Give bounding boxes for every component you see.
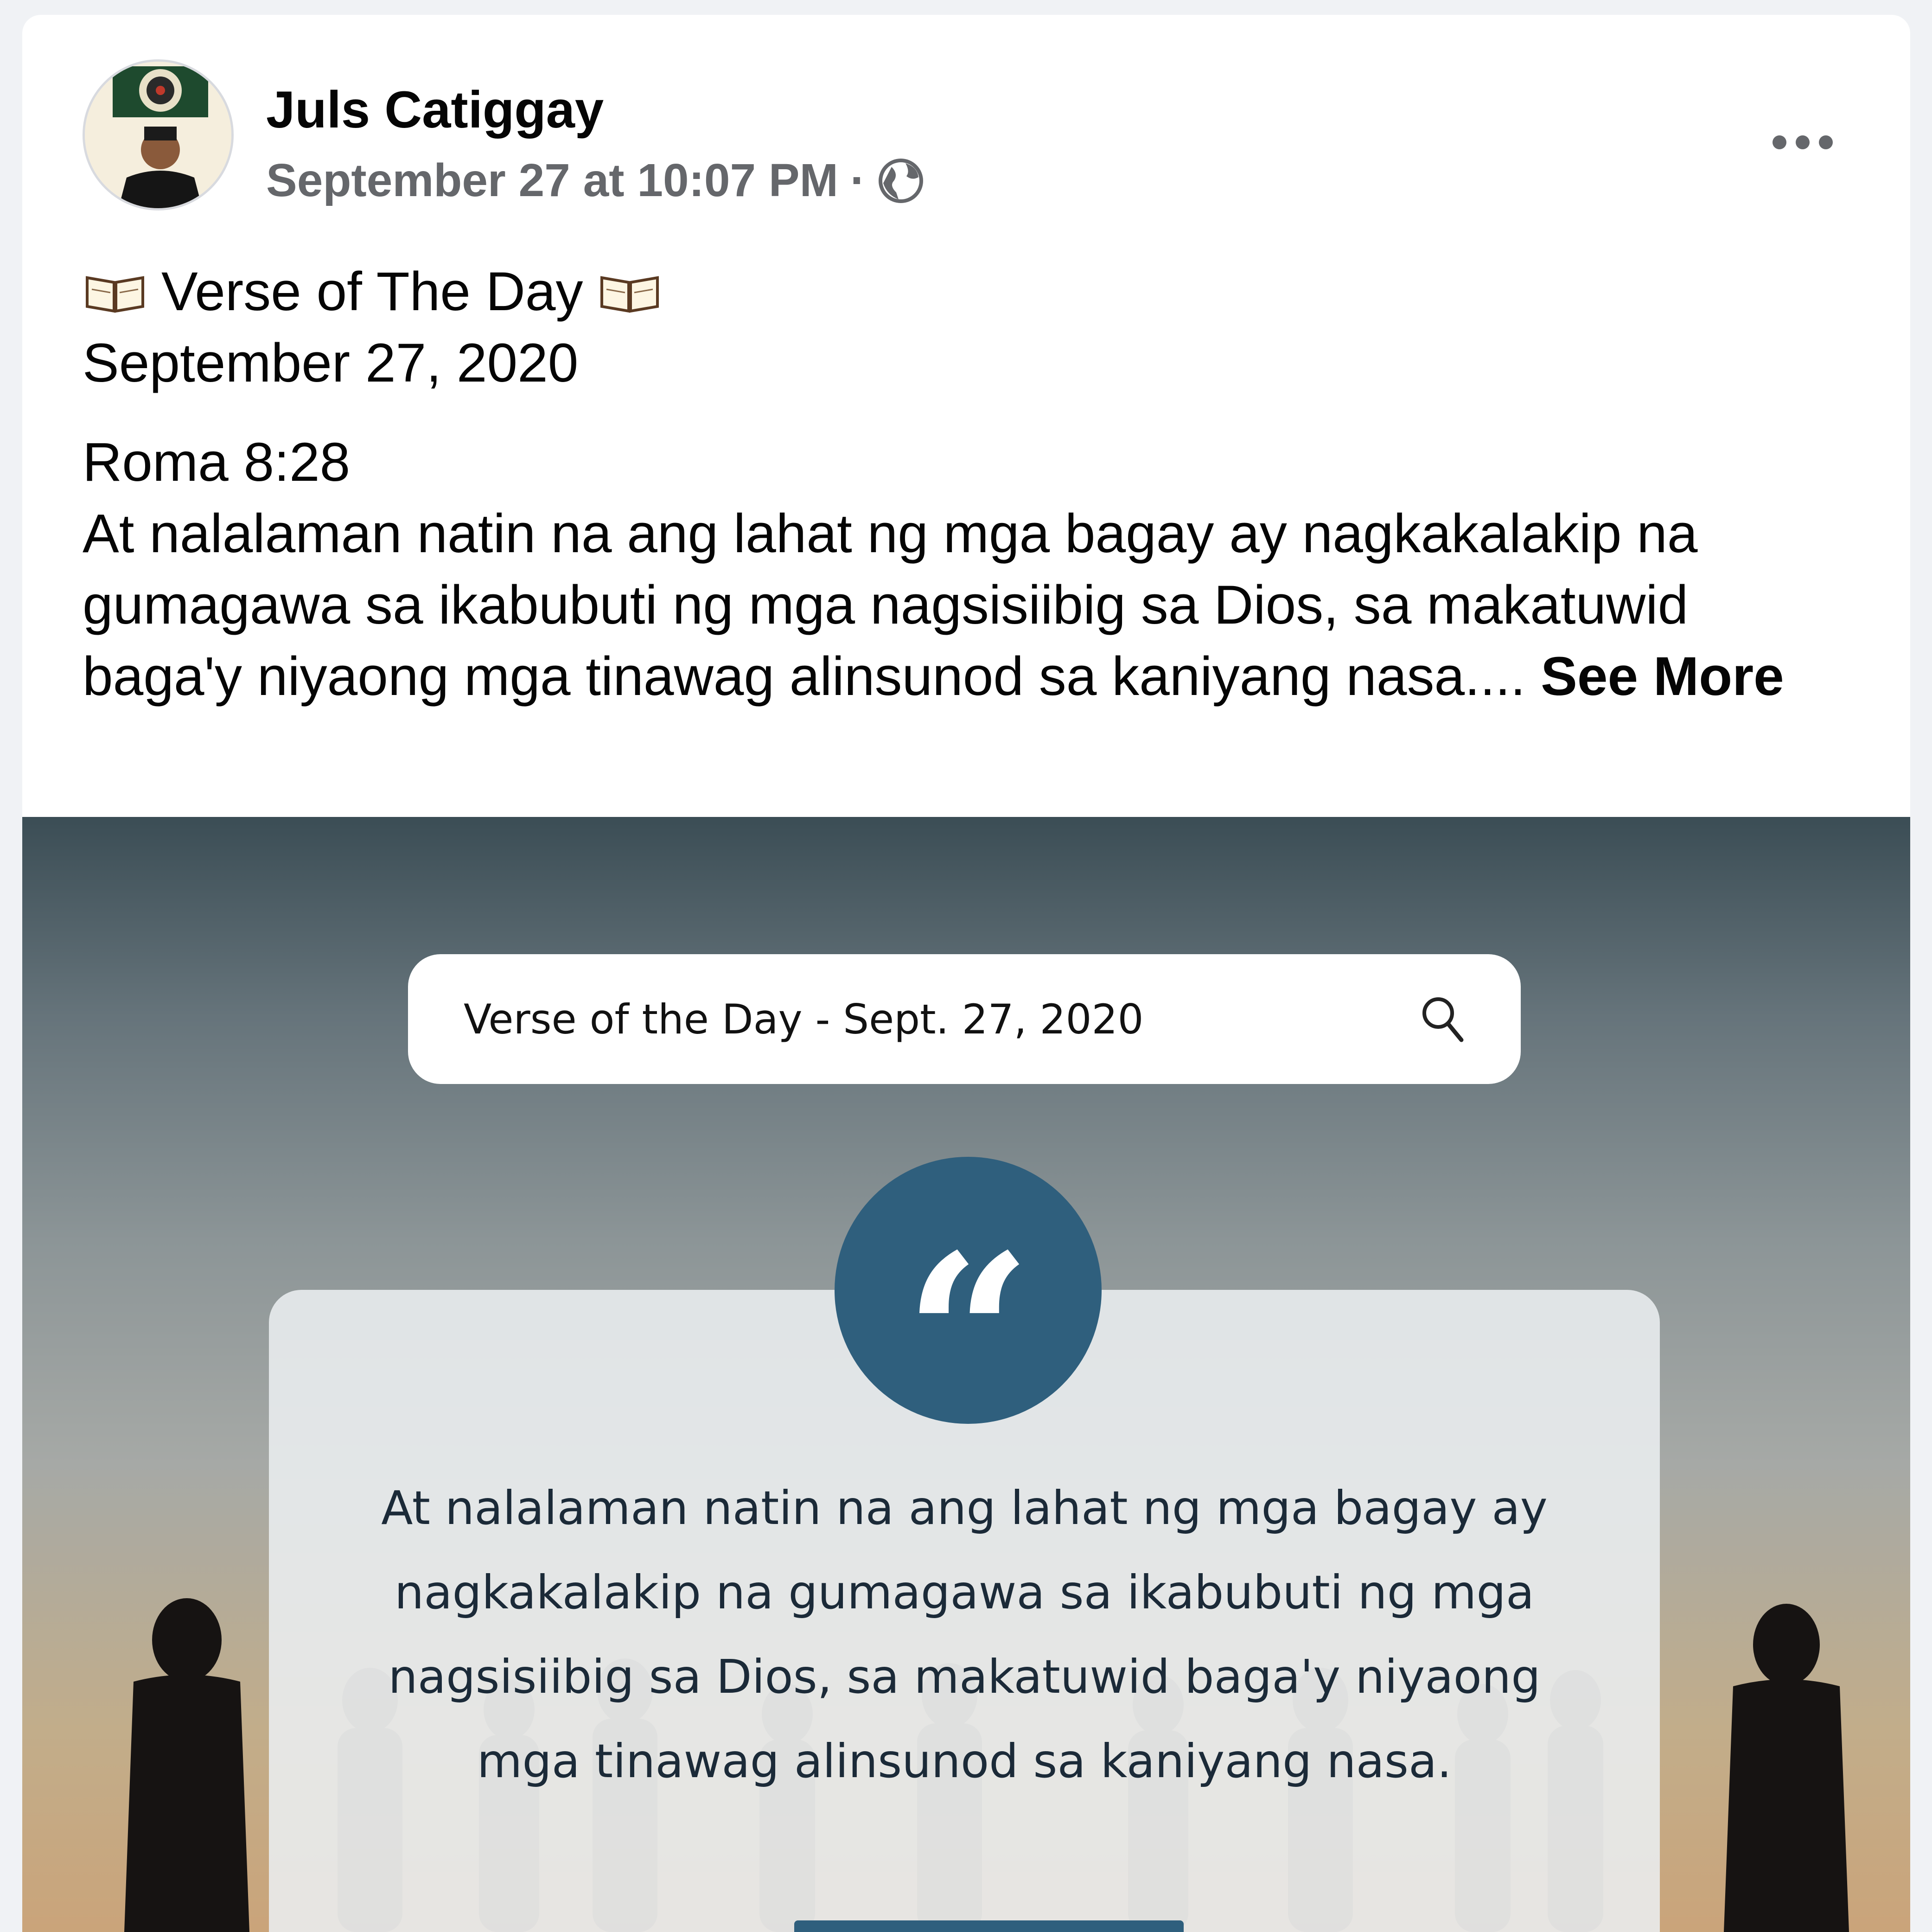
post-timestamp[interactable]: September 27 at 10:07 PM: [266, 154, 838, 207]
globe-icon[interactable]: [878, 158, 924, 204]
post-date: September 27, 2020: [83, 332, 579, 394]
open-book-icon: [600, 276, 659, 313]
post-heading: Verse of The Day: [83, 256, 1858, 327]
reference-chip: [794, 1920, 1184, 1932]
more-options-icon: [1773, 135, 1786, 149]
verse-body-text: At nalalaman natin na ang lahat ng mga b…: [83, 503, 1698, 707]
author-name[interactable]: Juls Catiggay: [266, 80, 604, 140]
quote-text: At nalalaman natin na ang lahat ng mga b…: [381, 1481, 1548, 1788]
image-search-bar: Verse of the Day - Sept. 27, 2020: [408, 954, 1521, 1084]
more-options-button[interactable]: [1752, 117, 1854, 168]
post-card: Juls Catiggay September 27 at 10:07 PM ·…: [22, 15, 1910, 1932]
quote-icon: “: [835, 1157, 1102, 1448]
avatar-photo: [85, 62, 231, 208]
search-icon: [1422, 997, 1464, 1042]
quote-mark: “: [904, 1206, 1033, 1467]
open-book-icon: [86, 276, 144, 313]
avatar[interactable]: [83, 59, 234, 210]
post-meta: September 27 at 10:07 PM ·: [266, 154, 924, 207]
see-more-link[interactable]: See More: [1541, 646, 1784, 707]
post-image[interactable]: Verse of the Day - Sept. 27, 2020 “ At n…: [22, 817, 1910, 1932]
verse-reference: Roma 8:28: [83, 432, 351, 493]
post-heading-text: Verse of The Day: [161, 261, 583, 322]
post-text: Verse of The Day September 27, 2020 Roma…: [83, 256, 1858, 712]
verse-body: At nalalaman natin na ang lahat ng mga b…: [83, 498, 1858, 712]
image-search-text: Verse of the Day - Sept. 27, 2020: [464, 995, 1144, 1043]
meta-separator: ·: [850, 154, 866, 206]
